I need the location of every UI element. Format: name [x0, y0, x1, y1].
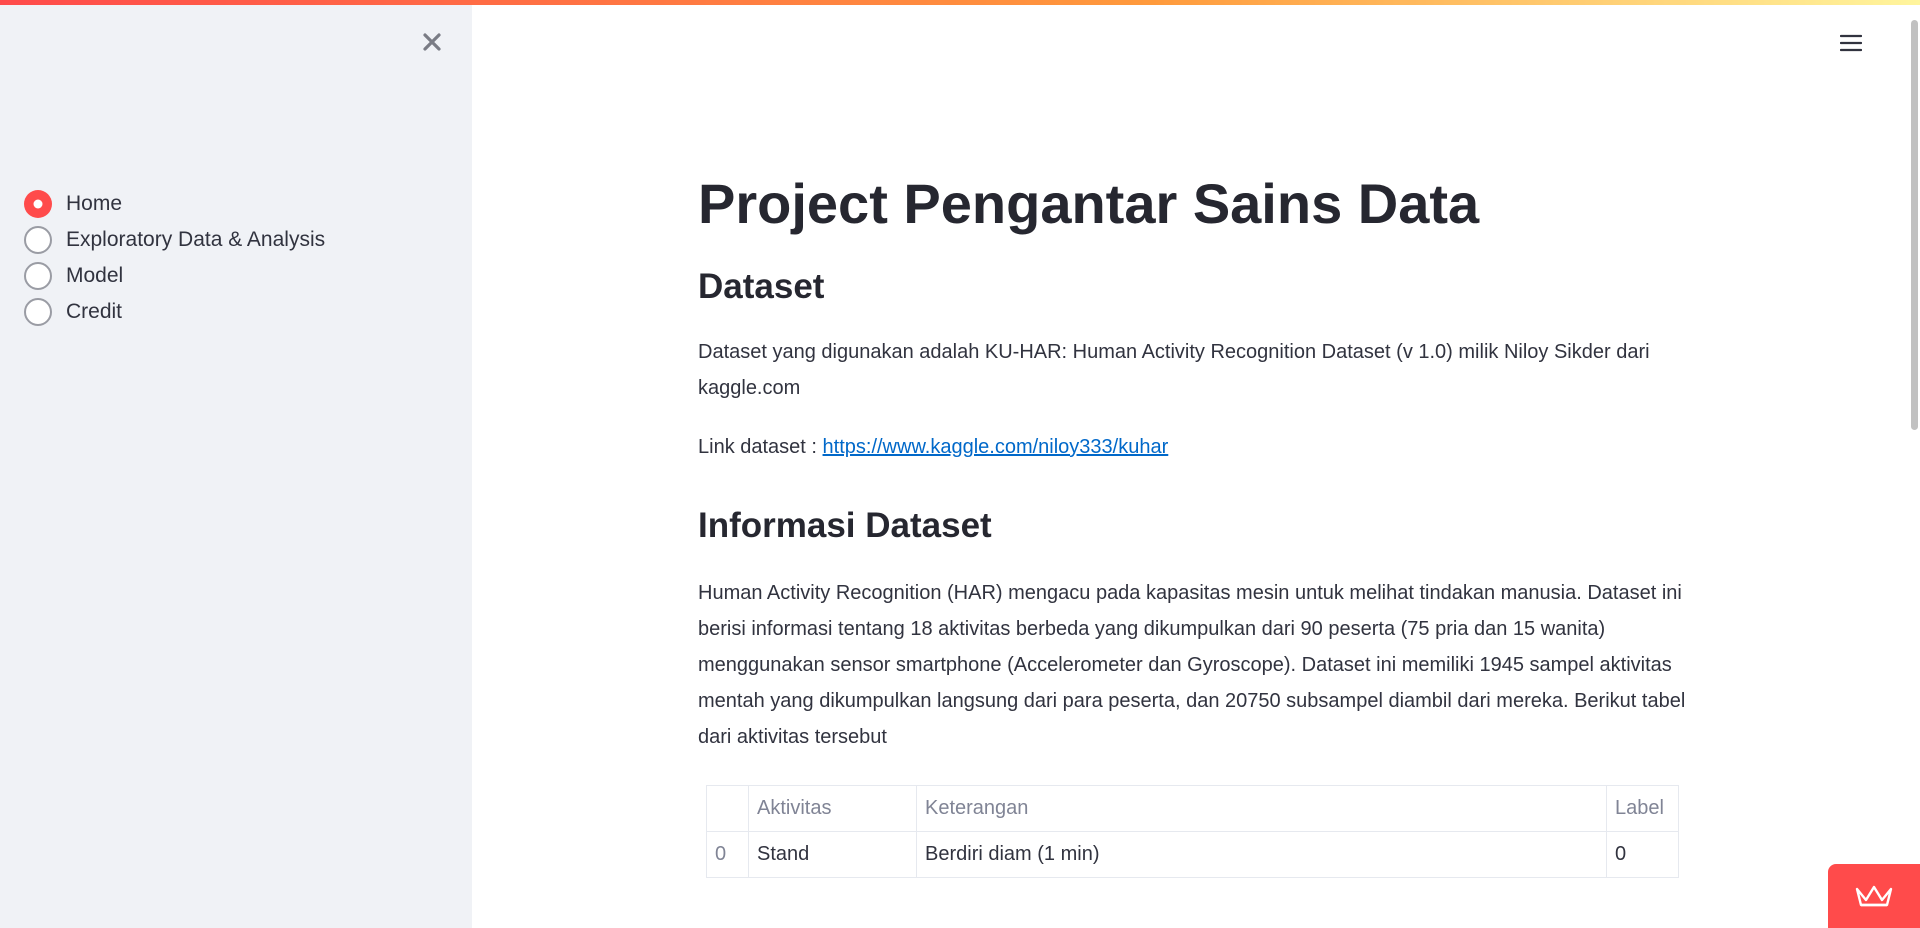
column-header-index[interactable]: [706, 785, 749, 832]
main-menu-button[interactable]: [1836, 28, 1866, 58]
table-header-row: Aktivitas Keterangan Label: [706, 785, 1679, 832]
dataset-description: Dataset yang digunakan adalah KU-HAR: Hu…: [698, 341, 1650, 399]
kaggle-dataset-link[interactable]: https://www.kaggle.com/niloy333/kuhar: [823, 436, 1169, 458]
table-cell-index: 0: [706, 831, 749, 878]
nav-item-home[interactable]: Home: [24, 186, 325, 222]
column-header-label[interactable]: Label: [1606, 785, 1679, 832]
activity-table: Aktivitas Keterangan Label 0 Stand Berdi…: [706, 785, 1679, 878]
nav-item-label: Home: [66, 192, 123, 215]
page-content: Project Pengantar Sains Data Dataset Dat…: [698, 170, 1698, 878]
table-cell-label: 0: [1606, 831, 1679, 878]
top-decoration-bar: [0, 0, 1920, 5]
radio-button[interactable]: [24, 262, 52, 290]
scrollbar-thumb[interactable]: [1911, 20, 1918, 430]
vertical-scrollbar[interactable]: [1906, 0, 1920, 928]
streamlit-badge[interactable]: [1828, 864, 1920, 928]
main-content-area: Project Pengantar Sains Data Dataset Dat…: [472, 0, 1920, 928]
nav-item-label: Credit: [66, 300, 123, 323]
table-row: 0 Stand Berdiri diam (1 min) 0: [706, 831, 1679, 878]
hamburger-menu-icon: [1840, 34, 1862, 52]
page-navigation-radio: Home Exploratory Data & Analysis Model C…: [24, 186, 325, 330]
close-icon: [423, 33, 441, 51]
streamlit-crown-icon: [1855, 885, 1893, 907]
radio-button[interactable]: [24, 298, 52, 326]
column-header-keterangan[interactable]: Keterangan: [916, 785, 1607, 832]
page-title: Project Pengantar Sains Data: [698, 172, 1480, 235]
nav-item-exploratory[interactable]: Exploratory Data & Analysis: [24, 222, 325, 258]
nav-item-credit[interactable]: Credit: [24, 294, 325, 330]
table-cell-keterangan: Berdiri diam (1 min): [916, 831, 1607, 878]
nav-item-label: Model: [66, 264, 124, 287]
nav-item-model[interactable]: Model: [24, 258, 325, 294]
sidebar: Home Exploratory Data & Analysis Model C…: [0, 0, 472, 928]
info-description: Human Activity Recognition (HAR) mengacu…: [698, 582, 1686, 748]
table-cell-aktivitas: Stand: [748, 831, 917, 878]
nav-item-label: Exploratory Data & Analysis: [66, 228, 326, 251]
radio-button[interactable]: [24, 226, 52, 254]
column-header-aktivitas[interactable]: Aktivitas: [748, 785, 917, 832]
info-heading: Informasi Dataset: [698, 506, 992, 545]
dataset-heading: Dataset: [698, 267, 825, 306]
dataset-link-line: Link dataset : https://www.kaggle.com/ni…: [698, 429, 1698, 465]
radio-button-selected[interactable]: [24, 190, 52, 218]
close-sidebar-button[interactable]: [416, 26, 448, 58]
link-prefix: Link dataset :: [698, 436, 823, 458]
